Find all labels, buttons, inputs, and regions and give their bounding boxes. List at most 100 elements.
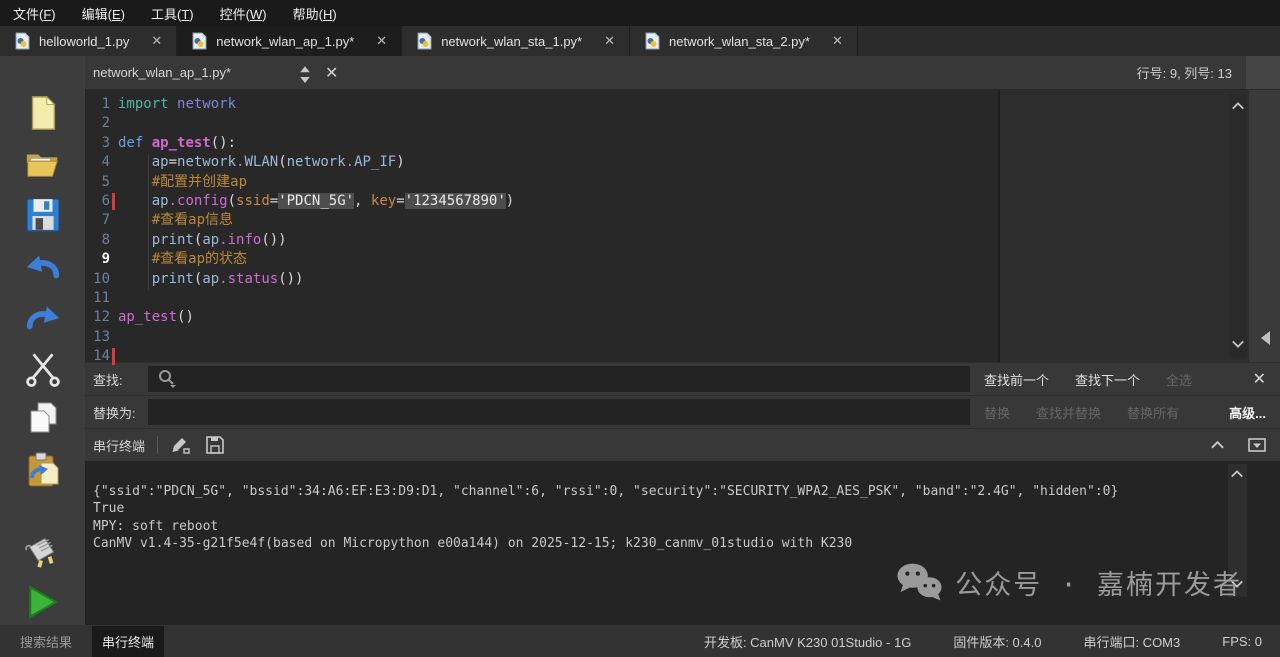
close-file-icon[interactable]: ✕	[325, 63, 338, 83]
menu-item-w[interactable]: 控件(W)	[207, 4, 280, 23]
search-options-icon[interactable]	[156, 369, 180, 389]
find-row: 查找: 查找前一个查找下一个全选✕	[85, 362, 1280, 395]
clear-terminal-icon[interactable]	[170, 434, 192, 456]
code-line: 14	[85, 347, 998, 366]
restore-terminal-icon[interactable]	[1246, 434, 1268, 456]
replace-label: 替换为:	[85, 403, 148, 422]
code-line: 13	[85, 328, 998, 347]
content-column: network_wlan_ap_1.py* ✕ 行号: 9, 列号: 13 1i…	[85, 56, 1280, 625]
terminal-line: {"ssid":"PDCN_5G", "bssid":34:A6:EF:E3:D…	[93, 483, 1280, 500]
collapse-terminal-icon[interactable]	[1206, 434, 1228, 456]
serial-terminal-output[interactable]: {"ssid":"PDCN_5G", "bssid":34:A6:EF:E3:D…	[85, 461, 1280, 625]
serial-terminal-header: 串行终端	[85, 428, 1280, 461]
find-buttons-row1: 查找前一个 查找下一个 全选 ✕	[970, 369, 1280, 389]
redo-icon[interactable]	[22, 298, 64, 336]
code-text: ap=network.WLAN(network.AP_IF)	[118, 153, 405, 172]
menu-item-h[interactable]: 帮助(H)	[280, 4, 350, 23]
tab-bar: helloworld_1.py✕network_wlan_ap_1.py*✕ne…	[0, 26, 1280, 56]
wechat-icon	[895, 561, 945, 603]
save-log-icon[interactable]	[204, 434, 226, 456]
save-icon[interactable]	[22, 196, 64, 234]
code-line: 5 #配置并创建ap	[85, 173, 998, 192]
menu-item-t[interactable]: 工具(T)	[138, 4, 207, 23]
line-number: 8	[85, 231, 110, 250]
tab-close-icon[interactable]: ✕	[376, 33, 387, 49]
line-col-indicator: 行号: 9, 列号: 13	[1137, 63, 1232, 82]
code-line: 4 ap=network.WLAN(network.AP_IF)	[85, 153, 998, 172]
code-line: 10 print(ap.status())	[85, 270, 998, 289]
connect-icon[interactable]	[22, 532, 64, 570]
replace-row: 替换为: 替换查找并替换替换所有高级...	[85, 395, 1280, 428]
code-text: print(ap.info())	[118, 231, 287, 250]
code-text: #查看ap的状态	[118, 250, 247, 269]
find-button[interactable]: 查找前一个	[984, 370, 1049, 389]
line-number: 5	[85, 173, 110, 192]
serial-terminal-title: 串行终端	[85, 436, 145, 455]
tab-network_wlan_ap_1py[interactable]: network_wlan_ap_1.py*✕	[177, 26, 402, 56]
change-marker	[112, 193, 115, 210]
open-file-selector[interactable]: network_wlan_ap_1.py*	[93, 65, 299, 80]
code-line: 6 ap.config(ssid='PDCN_5G', key='1234567…	[85, 192, 998, 211]
code-line: 12 ap_test()	[85, 308, 998, 327]
code-text: def ap_test():	[118, 134, 236, 153]
scroll-down-icon[interactable]	[1231, 336, 1245, 354]
advanced-button[interactable]: 高级...	[1229, 403, 1266, 422]
line-number: 1	[85, 95, 110, 114]
line-number: 6	[85, 192, 110, 211]
line-number: 9	[85, 250, 110, 269]
open-folder-icon[interactable]	[22, 145, 64, 183]
menu-item-e[interactable]: 编辑(E)	[69, 4, 138, 23]
menu-item-f[interactable]: 文件(F)	[0, 4, 69, 23]
code-line: 3def ap_test():	[85, 134, 998, 153]
undo-icon[interactable]	[22, 247, 64, 285]
terminal-window-controls	[1188, 434, 1268, 456]
find-input[interactable]	[148, 366, 970, 392]
scroll-up-icon[interactable]	[1230, 468, 1244, 483]
python-file-icon	[14, 32, 30, 50]
paste-icon[interactable]	[22, 451, 64, 489]
replace-button: 替换所有	[1127, 403, 1179, 422]
file-selector-spinner-icon[interactable]	[299, 65, 311, 81]
scroll-up-icon[interactable]	[1231, 98, 1245, 116]
editor-area: 1 import network 23def ap_test():4 ap=netw…	[85, 90, 1280, 362]
replace-button: 替换	[984, 403, 1010, 422]
code-text: ap_test()	[118, 308, 194, 327]
run-icon[interactable]	[22, 583, 64, 621]
expand-panel-arrow-icon[interactable]	[1259, 330, 1271, 346]
code-text: import network	[118, 95, 236, 114]
line-number: 12	[85, 308, 110, 327]
wechat-watermark: 公众号 · 嘉楠开发者	[895, 561, 1242, 603]
bottom-tab-串行终端[interactable]: 串行终端	[92, 626, 164, 657]
code-editor[interactable]: 1 import network 23def ap_test():4 ap=netw…	[85, 90, 998, 362]
cut-icon[interactable]	[22, 349, 64, 387]
left-toolbar	[0, 56, 85, 625]
tab-close-icon[interactable]: ✕	[151, 33, 162, 49]
bottom-tab-搜索结果[interactable]: 搜索结果	[10, 626, 82, 657]
copy-icon[interactable]	[22, 400, 64, 438]
code-text: #查看ap信息	[118, 211, 233, 230]
tab-network_wlan_sta_1py[interactable]: network_wlan_sta_1.py*✕	[402, 26, 630, 56]
watermark-text: 公众号 · 嘉楠开发者	[955, 563, 1242, 602]
new-file-icon[interactable]	[22, 94, 64, 132]
line-number: 13	[85, 328, 110, 347]
line-number: 2	[85, 114, 110, 133]
terminal-line: CanMV v1.4-35-g21f5e4f(based on Micropyt…	[93, 535, 1280, 552]
tab-close-icon[interactable]: ✕	[604, 33, 615, 49]
code-line: 2	[85, 114, 998, 133]
line-number: 14	[85, 347, 110, 366]
terminal-line: MPY: soft reboot	[93, 518, 1280, 535]
find-close-icon[interactable]: ✕	[1253, 369, 1266, 389]
tab-close-icon[interactable]: ✕	[832, 33, 843, 49]
tab-helloworld_1py[interactable]: helloworld_1.py✕	[0, 26, 177, 56]
code-text: #配置并创建ap	[118, 173, 247, 192]
line-number: 10	[85, 270, 110, 289]
python-file-icon	[191, 32, 207, 50]
replace-input[interactable]	[148, 399, 970, 425]
preview-scrollbar[interactable]	[1229, 94, 1247, 358]
canmv-ide-window: 文件(F)编辑(E)工具(T)控件(W)帮助(H) helloworld_1.p…	[0, 0, 1280, 657]
tab-network_wlan_sta_2py[interactable]: network_wlan_sta_2.py*✕	[630, 26, 858, 56]
find-button: 全选	[1166, 370, 1192, 389]
code-text: ap.config(ssid='PDCN_5G', key='123456789…	[118, 192, 514, 211]
find-button[interactable]: 查找下一个	[1075, 370, 1140, 389]
panel-expander-strip	[1249, 90, 1280, 362]
